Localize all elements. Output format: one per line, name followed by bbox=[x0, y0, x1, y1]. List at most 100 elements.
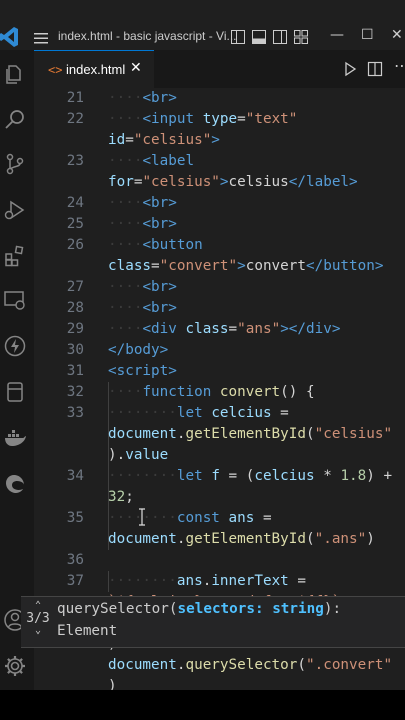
code-text: ····function convert() { bbox=[108, 382, 315, 403]
code-text: ········let f = (celcius * 1.8) + bbox=[108, 466, 392, 487]
code-token: document bbox=[108, 657, 177, 673]
return-type: Element bbox=[57, 623, 118, 639]
code-text: ········ans.innerText = bbox=[108, 571, 306, 592]
active-parameter: selectors: string bbox=[177, 601, 324, 617]
code-token: class bbox=[108, 258, 152, 274]
whitespace-marker: ···· bbox=[108, 153, 143, 169]
line-number: 23 bbox=[66, 153, 84, 169]
code-token: <br> bbox=[142, 90, 177, 106]
code-text: ····<br> bbox=[108, 193, 177, 214]
next-overload-icon[interactable]: ⌄ bbox=[23, 626, 53, 636]
close-button[interactable]: ✕ bbox=[391, 27, 403, 43]
hamburger-menu-icon[interactable] bbox=[33, 30, 49, 46]
previous-overload-icon[interactable]: ⌃ bbox=[23, 601, 53, 611]
code-token: class bbox=[185, 321, 229, 337]
whitespace-marker: ········ bbox=[108, 468, 177, 484]
code-token: ".convert" bbox=[306, 657, 393, 673]
run-file-icon[interactable] bbox=[342, 61, 358, 77]
code-token: id bbox=[108, 132, 126, 148]
code-token: ( bbox=[306, 426, 315, 442]
code-text: <script> bbox=[108, 361, 177, 382]
code-token: ; bbox=[125, 489, 134, 505]
code-text: ····<br> bbox=[108, 88, 177, 109]
more-actions-icon[interactable]: ⋯ bbox=[394, 56, 405, 75]
line-number: 32 bbox=[66, 384, 84, 400]
tab-close-icon[interactable]: ✕ bbox=[130, 60, 142, 76]
split-editor-icon[interactable] bbox=[367, 61, 383, 77]
maximize-button[interactable]: ☐ bbox=[361, 27, 374, 43]
remote-explorer-icon[interactable] bbox=[3, 288, 27, 312]
tab-index-html[interactable]: <> index.html ✕ bbox=[34, 50, 154, 89]
code-text: document.querySelector(".convert" bbox=[108, 655, 392, 676]
search-icon[interactable] bbox=[3, 107, 27, 131]
window-title: index.html - basic javascript - Vi... bbox=[58, 29, 237, 43]
toggle-secondary-sidebar-icon[interactable] bbox=[273, 30, 287, 44]
run-and-debug-icon[interactable] bbox=[3, 198, 27, 222]
code-token: getElementById bbox=[185, 426, 306, 442]
code-token: function bbox=[142, 384, 220, 400]
html-file-icon: <> bbox=[48, 63, 63, 77]
toggle-panel-icon[interactable] bbox=[252, 30, 266, 44]
code-text: 32; bbox=[108, 487, 134, 508]
code-text: id="celsius"> bbox=[108, 130, 220, 151]
database-icon[interactable] bbox=[3, 380, 27, 404]
minimize-button[interactable]: — bbox=[330, 27, 344, 43]
code-token: > bbox=[211, 132, 220, 148]
line-number: 26 bbox=[66, 237, 84, 253]
text-cursor-icon bbox=[139, 508, 145, 526]
line-number: 25 bbox=[66, 216, 84, 232]
line-number: 22 bbox=[66, 111, 84, 127]
code-text: class="convert">convert</button> bbox=[108, 256, 383, 277]
toggle-primary-sidebar-icon[interactable] bbox=[231, 30, 245, 44]
code-token: "text" bbox=[245, 111, 298, 127]
whitespace-marker: ···· bbox=[108, 216, 143, 232]
code-token: f bbox=[211, 468, 220, 484]
manage-gear-icon[interactable] bbox=[3, 654, 27, 678]
line-number: 37 bbox=[66, 573, 84, 589]
code-token: </body> bbox=[108, 342, 169, 358]
code-token: 32 bbox=[108, 489, 126, 505]
signature-prefix: querySelector( bbox=[57, 601, 178, 617]
docker-icon[interactable] bbox=[3, 426, 27, 450]
code-text: ) bbox=[108, 676, 117, 690]
code-token: <script> bbox=[108, 363, 177, 379]
whitespace-marker: ········ bbox=[108, 573, 177, 589]
extensions-icon[interactable] bbox=[3, 244, 27, 268]
thunder-client-icon[interactable] bbox=[3, 334, 27, 358]
code-token: ) bbox=[108, 678, 117, 690]
edge-devtools-icon[interactable] bbox=[3, 472, 27, 496]
whitespace-marker: ···· bbox=[108, 384, 143, 400]
signature-suffix: ): bbox=[323, 601, 342, 617]
signature-line: querySelector(selectors: string): bbox=[57, 601, 341, 617]
overload-counter: 3/3 bbox=[26, 611, 50, 626]
source-control-icon[interactable] bbox=[3, 152, 27, 176]
overload-navigator[interactable]: ⌃ 3/3 ⌄ bbox=[23, 601, 53, 636]
code-token: > bbox=[237, 258, 246, 274]
code-token: "celsius" bbox=[133, 132, 212, 148]
whitespace-marker: ···· bbox=[108, 300, 143, 316]
code-token: celcius bbox=[211, 405, 272, 421]
customize-layout-icon[interactable] bbox=[294, 30, 308, 44]
code-token: "convert" bbox=[159, 258, 238, 274]
explorer-icon[interactable] bbox=[3, 62, 27, 86]
code-token: <button bbox=[142, 237, 203, 253]
whitespace-marker: ···· bbox=[108, 279, 143, 295]
code-token: const bbox=[176, 510, 229, 526]
code-text: ····<br> bbox=[108, 298, 177, 319]
code-token: document bbox=[108, 426, 177, 442]
code-text: </body> bbox=[108, 340, 168, 361]
line-number: 29 bbox=[66, 321, 84, 337]
code-token: getElementById bbox=[185, 531, 306, 547]
code-token: document bbox=[108, 531, 177, 547]
code-token: = bbox=[288, 573, 306, 589]
whitespace-marker: ···· bbox=[108, 90, 143, 106]
line-number: 24 bbox=[66, 195, 84, 211]
code-token: = bbox=[254, 510, 272, 526]
code-token: let bbox=[176, 405, 212, 421]
code-token: <input bbox=[142, 111, 203, 127]
tab-label: index.html bbox=[66, 62, 126, 77]
code-text: ····<br> bbox=[108, 214, 177, 235]
code-token: type bbox=[202, 111, 238, 127]
code-token: = bbox=[125, 132, 134, 148]
whitespace-marker: ········ bbox=[108, 405, 177, 421]
